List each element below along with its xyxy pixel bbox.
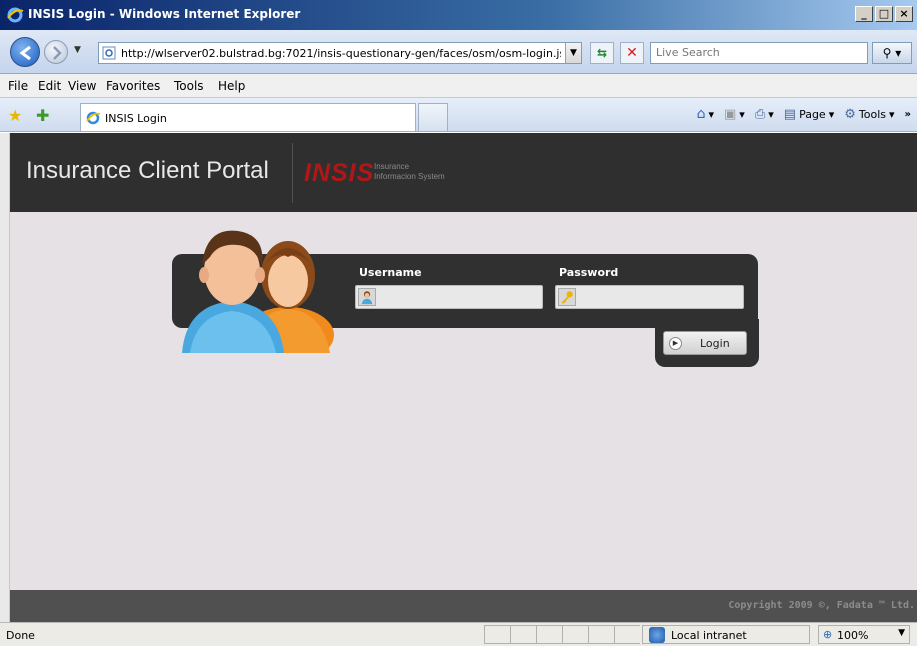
stop-button[interactable]: ✕ (620, 42, 644, 64)
zoom-control[interactable]: ⊕ 100% ▼ (818, 625, 910, 644)
navigation-bar: ▼ http://wlserver02.bulstrad.bg:7021/ins… (0, 30, 917, 74)
back-arrow-icon (19, 45, 31, 61)
forward-arrow-icon (53, 46, 62, 60)
username-input[interactable] (382, 286, 540, 308)
status-text: Done (6, 629, 35, 642)
menu-help[interactable]: Help (218, 79, 245, 93)
status-cells (484, 625, 640, 644)
password-field[interactable] (555, 285, 744, 309)
printer-icon: ⎙ (754, 106, 766, 122)
menu-edit[interactable]: Edit (38, 79, 61, 93)
status-cell (484, 625, 510, 644)
logo-sub-line1: Insurance (374, 162, 410, 171)
status-cell (588, 625, 614, 644)
zoom-dropdown-icon[interactable]: ▼ (898, 628, 905, 638)
address-dropdown-button[interactable]: ▼ (565, 43, 581, 63)
copyright-text: Copyright 2009 ©, Fadata ™ Ltd. (728, 600, 915, 611)
more-commands-chevron-icon[interactable]: » (905, 109, 911, 120)
tools-menu-label: Tools (858, 107, 886, 121)
refresh-button[interactable]: ⇆ (590, 42, 614, 64)
zone-label: Local intranet (671, 629, 747, 642)
window-title-bar: INSIS Login - Windows Internet Explorer … (0, 0, 917, 30)
menu-favorites[interactable]: Favorites (106, 79, 160, 93)
portal-footer: Copyright 2009 ©, Fadata ™ Ltd. (10, 590, 917, 622)
search-box[interactable] (650, 42, 868, 64)
password-input[interactable] (582, 286, 741, 308)
password-label: Password (559, 266, 619, 279)
login-button-label: Login (700, 337, 730, 350)
tools-menu[interactable]: ⚙ Tools ▾ (844, 107, 894, 122)
logo-sub-line2: Informacion System (374, 172, 445, 181)
back-button[interactable] (10, 37, 40, 67)
new-tab-button[interactable] (418, 103, 448, 131)
tab-insis-login[interactable]: INSIS Login (80, 103, 416, 131)
feeds-button[interactable]: ▣ ▾ (724, 107, 745, 122)
close-button[interactable]: × (895, 6, 913, 22)
tab-bar: ★ ✚ INSIS Login ⌂ ▾ ▣ ▾ ⎙ ▾ ▤ Page ▾ ⚙ Too… (0, 98, 917, 132)
home-icon: ⌂ (696, 106, 706, 122)
forward-button[interactable] (44, 40, 68, 64)
page-content: Insurance Client Portal INSIS Insurance … (10, 133, 917, 622)
status-cell (614, 625, 640, 644)
page-icon: ▤ (783, 106, 797, 122)
maximize-button[interactable]: □ (875, 6, 893, 22)
page-menu[interactable]: ▤ Page ▾ (784, 107, 834, 122)
zoom-icon: ⊕ (823, 628, 833, 641)
portal-title: Insurance Client Portal (26, 157, 269, 184)
login-button[interactable]: ▶ Login (663, 331, 747, 355)
insis-logo: INSIS (304, 159, 375, 187)
status-cell (562, 625, 588, 644)
internet-explorer-icon (86, 111, 101, 125)
home-button[interactable]: ⌂ ▾ (697, 106, 714, 122)
print-button[interactable]: ⎙ ▾ (755, 107, 774, 122)
users-avatar-icon (182, 230, 334, 353)
search-button[interactable]: ⚲ ▾ (872, 42, 912, 64)
play-arrow-icon: ▶ (669, 337, 682, 350)
window-left-edge (0, 133, 10, 622)
status-cell (536, 625, 562, 644)
username-label: Username (359, 266, 422, 279)
favorites-star-icon[interactable]: ★ (8, 106, 22, 125)
security-zone[interactable]: Local intranet (642, 625, 810, 644)
page-menu-label: Page (799, 107, 826, 121)
tab-label: INSIS Login (105, 112, 167, 125)
key-icon (558, 288, 576, 306)
header-divider (292, 143, 293, 203)
status-bar: Done Local intranet ⊕ 100% ▼ (0, 622, 917, 646)
insis-logo-subtitle: Insurance Informacion System (374, 162, 445, 182)
minimize-button[interactable]: _ (855, 6, 873, 22)
recent-pages-dropdown[interactable]: ▼ (74, 45, 81, 55)
search-input[interactable] (656, 46, 862, 59)
magnifier-icon: ⚲ (882, 46, 892, 60)
window-title: INSIS Login - Windows Internet Explorer (28, 7, 301, 21)
menu-file[interactable]: File (8, 79, 28, 93)
menu-view[interactable]: View (68, 79, 96, 93)
menu-bar: File Edit View Favorites Tools Help (0, 74, 917, 98)
url-text[interactable]: http://wlserver02.bulstrad.bg:7021/insis… (121, 47, 561, 60)
address-bar[interactable]: http://wlserver02.bulstrad.bg:7021/insis… (98, 42, 582, 64)
zoom-level: 100% (837, 629, 869, 642)
gear-icon: ⚙ (844, 106, 856, 122)
menu-tools[interactable]: Tools (174, 79, 204, 93)
status-cell (510, 625, 536, 644)
add-favorites-icon[interactable]: ✚ (36, 106, 49, 125)
feed-icon: ▣ (724, 106, 737, 122)
local-intranet-icon (649, 627, 665, 643)
portal-header: Insurance Client Portal INSIS Insurance … (10, 133, 917, 212)
command-bar: ⌂ ▾ ▣ ▾ ⎙ ▾ ▤ Page ▾ ⚙ Tools ▾ » (697, 106, 911, 122)
internet-explorer-icon (7, 7, 24, 23)
user-icon (358, 288, 376, 306)
page-icon (102, 46, 116, 60)
username-field[interactable] (355, 285, 543, 309)
